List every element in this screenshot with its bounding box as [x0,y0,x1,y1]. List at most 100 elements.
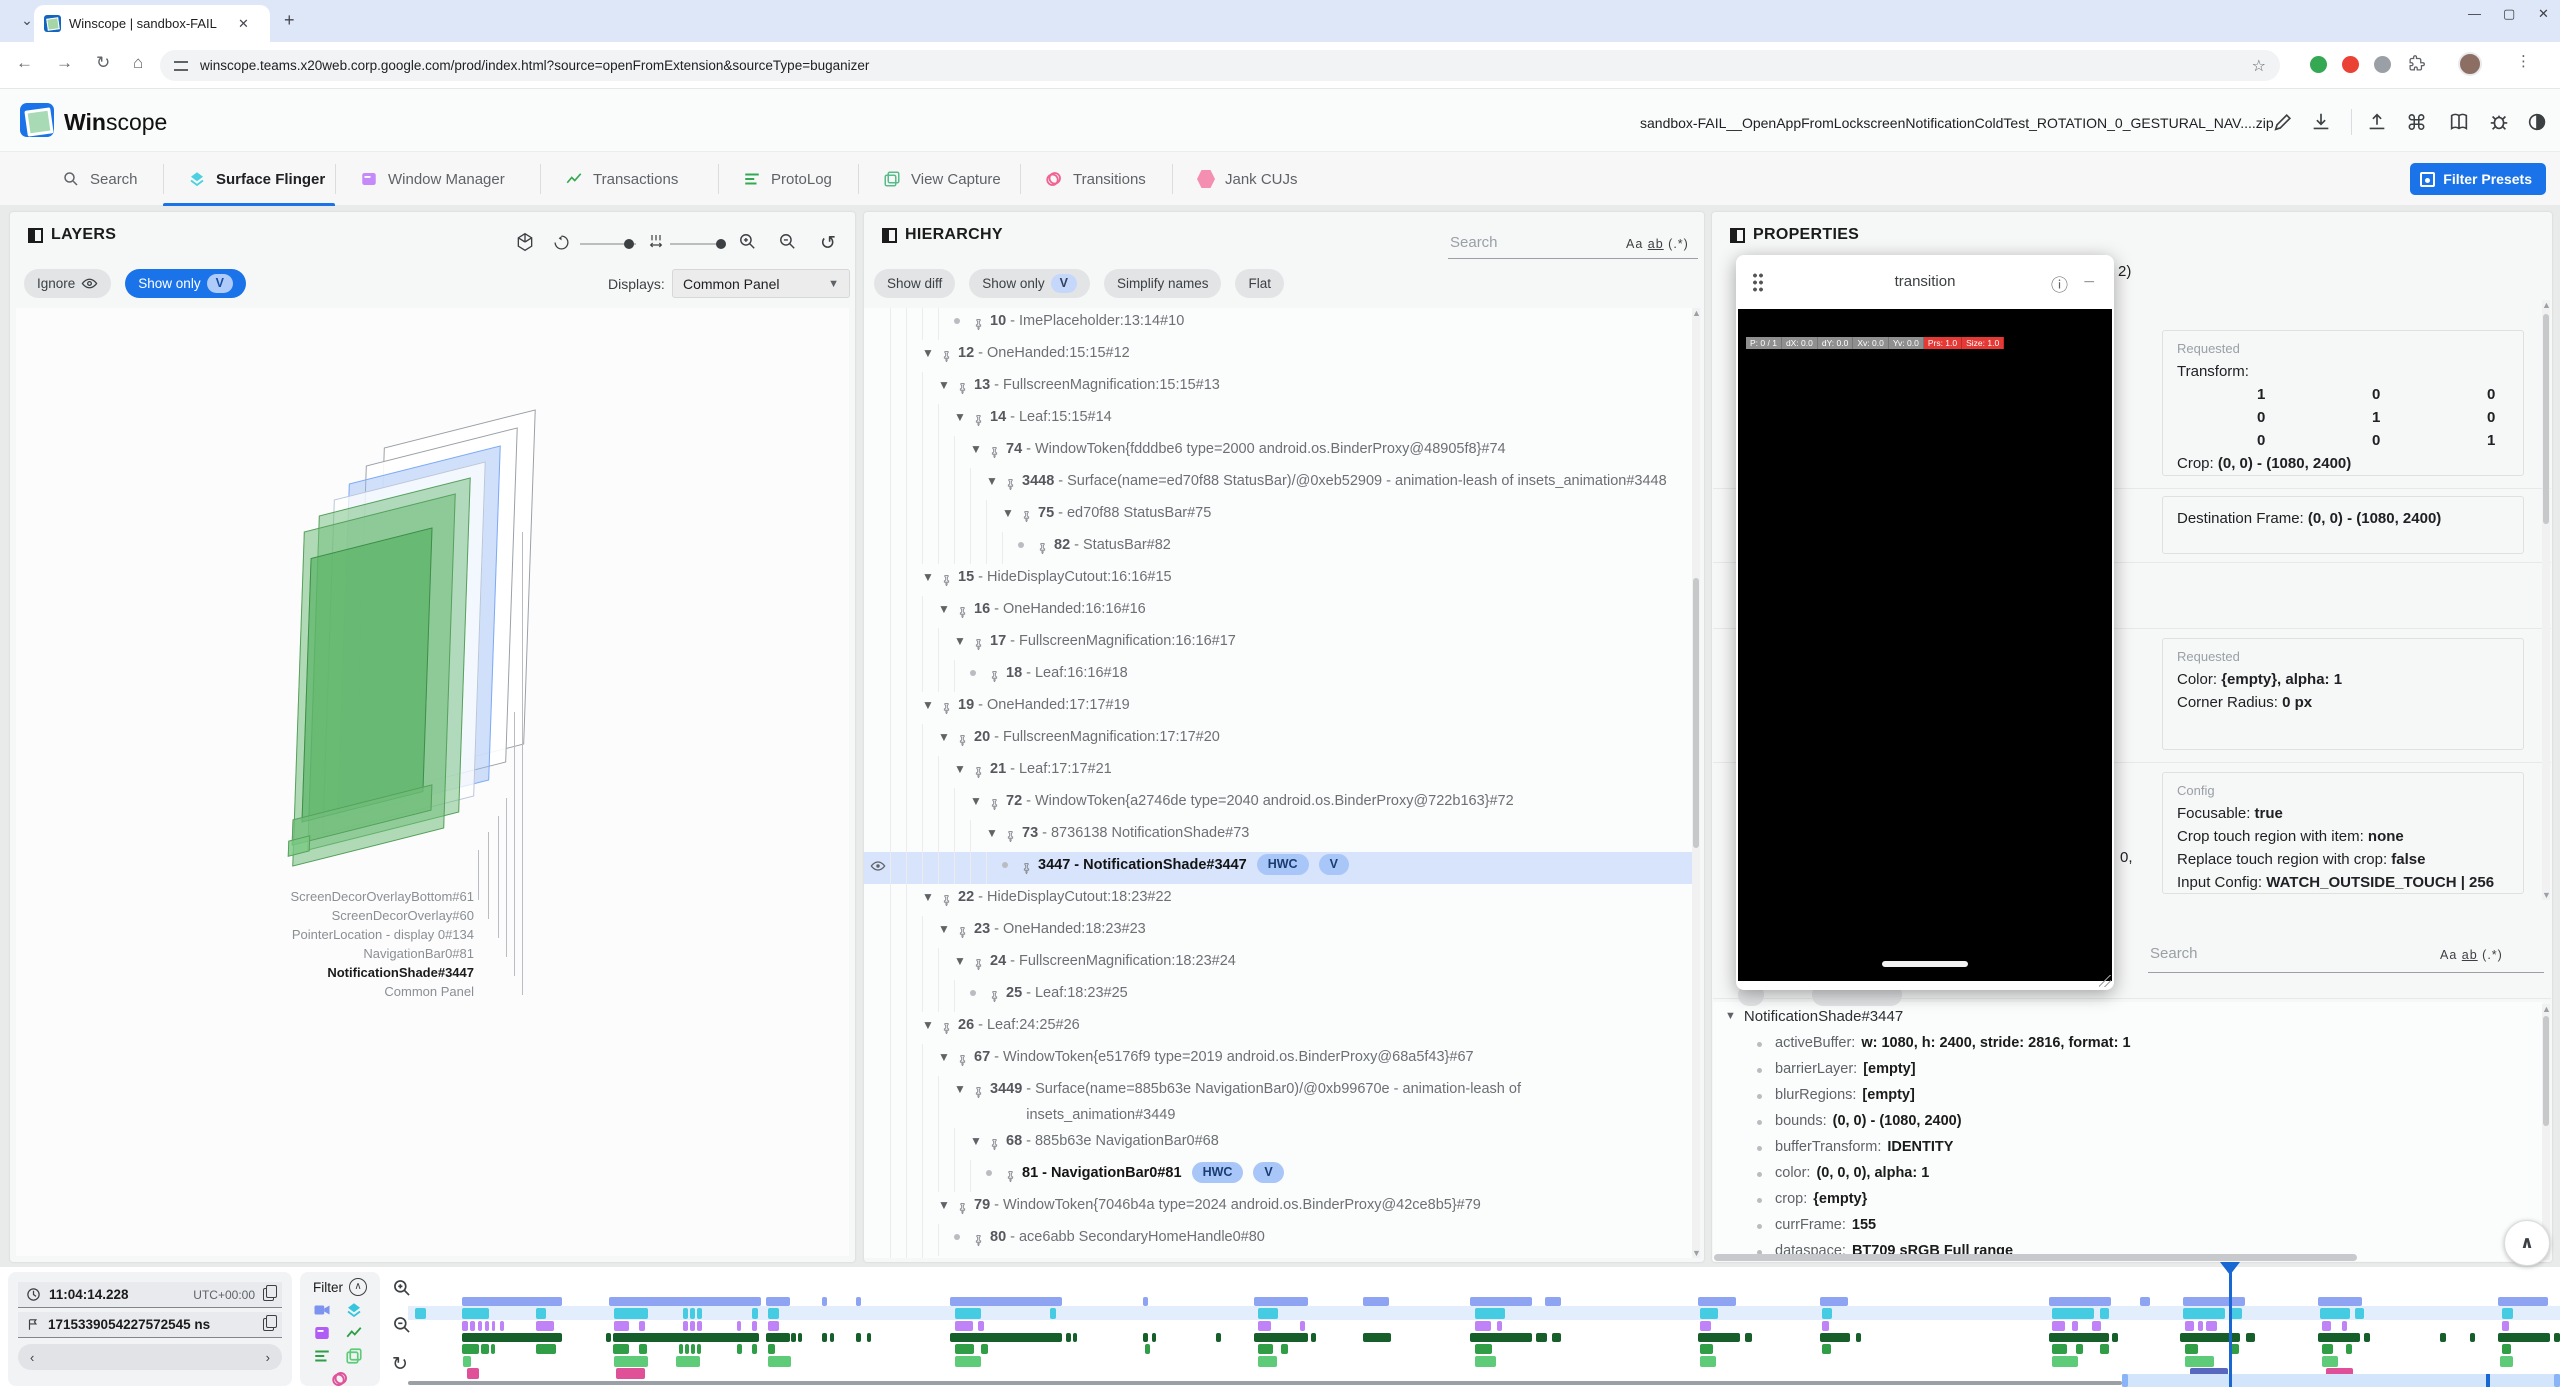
pin-icon[interactable] [956,1192,974,1224]
property-row[interactable]: color:(0, 0, 0), alpha: 1 [1713,1160,2543,1186]
copy-icon[interactable] [263,1288,274,1301]
overlay-titlebar[interactable]: transition ⓘ _ [1736,255,2114,309]
pin-icon[interactable] [956,1044,974,1076]
layer-label[interactable]: Common Panel [134,984,474,999]
tab-surface-flinger[interactable]: Surface Flinger [188,152,325,206]
forward-icon[interactable]: → [56,53,73,73]
hierarchy-tree-row[interactable]: ▼17- FullscreenMagnification:16:16#17 [864,628,1696,660]
hierarchy-tree-row[interactable]: 10- ImePlaceholder:13:14#10 [864,308,1696,340]
hierarchy-tree-row[interactable]: 25- Leaf:18:23#25 [864,980,1696,1012]
hierarchy-tree-row[interactable]: ▼22- HideDisplayCutout:18:23#22 [864,884,1696,916]
prev-frame-icon[interactable]: ‹ [30,1350,34,1365]
caret-down-icon[interactable]: ▼ [922,340,940,366]
hierarchy-tree-row[interactable]: ▼3448- Surface(name=ed70f88 StatusBar)/@… [864,468,1696,500]
layer-label[interactable]: PointerLocation - display 0#134 [134,927,474,942]
layer-label[interactable]: ScreenDecorOverlayBottom#61 [134,889,474,904]
pin-icon[interactable] [1020,500,1038,532]
scroll-up-icon[interactable]: ▲ [1692,308,1701,318]
hierarchy-tree-row[interactable]: 82- StatusBar#82 [864,532,1696,564]
properties-tree-scrollbar[interactable]: ▲ [2542,1004,2550,1260]
hierarchy-tree-row[interactable]: 18- Leaf:16:16#18 [864,660,1696,692]
next-frame-icon[interactable]: › [266,1350,270,1365]
pin-icon[interactable] [956,1256,974,1258]
tab-search[interactable]: Search [62,152,138,206]
hierarchy-tree-row[interactable]: ▼19- OneHanded:17:17#19 [864,692,1696,724]
timeline-zoom-in-icon[interactable] [392,1278,412,1303]
window-minimize-icon[interactable]: — [2468,6,2481,21]
pin-icon[interactable] [988,788,1006,820]
tab-protolog[interactable]: ProtoLog [743,152,832,206]
property-row[interactable]: activeBuffer:w: 1080, h: 2400, stride: 2… [1713,1030,2543,1056]
tab-transitions[interactable]: Transitions [1045,152,1146,206]
transactions-icon[interactable] [345,1324,363,1342]
upload-icon[interactable] [2366,111,2388,133]
show-only-chip[interactable]: Show onlyV [125,269,246,298]
property-row[interactable]: currFrame:155 [1713,1212,2543,1238]
pin-icon[interactable] [988,1128,1006,1160]
drag-handle-icon[interactable] [1752,272,1764,292]
scroll-up-icon[interactable]: ▲ [2542,300,2551,310]
address-bar[interactable]: winscope.teams.x20web.corp.google.com/pr… [160,50,2280,81]
caret-down-icon[interactable]: ▼ [938,372,956,398]
caret-down-icon[interactable]: ▼ [922,564,940,590]
pin-icon[interactable] [940,1012,958,1044]
zoom-in-icon[interactable] [738,232,757,256]
hierarchy-tree-row[interactable]: ▼72- WindowToken{a2746de type=2040 andro… [864,788,1696,820]
spacing-slider[interactable] [670,243,722,245]
pin-icon[interactable] [1004,820,1022,852]
home-icon[interactable]: ⌂ [133,53,143,73]
property-row[interactable]: crop:{empty} [1713,1186,2543,1212]
scroll-down-icon[interactable]: ▼ [2542,890,2551,900]
rotation-slider-handle[interactable] [624,239,634,249]
rotation-slider[interactable] [580,243,636,245]
pin-icon[interactable] [1020,852,1038,884]
hierarchy-tree-row[interactable]: ▼73- 8736138 NotificationShade#73 [864,820,1696,852]
show-only-chip[interactable]: Show onlyV [969,269,1090,298]
hierarchy-tree-row[interactable]: ▼16- OneHanded:16:16#16 [864,596,1696,628]
pin-icon[interactable] [988,980,1006,1012]
visibility-eye-icon[interactable] [870,857,886,883]
scroll-down-icon[interactable]: ▼ [1692,1248,1701,1258]
caret-down-icon[interactable]: ▼ [938,596,956,622]
pin-icon[interactable] [972,1076,990,1108]
tab-jank-cujs[interactable]: Jank CUJs [1197,152,1298,206]
pin-icon[interactable] [1004,1160,1022,1192]
screen-recording-icon[interactable] [313,1301,331,1319]
properties-horizontal-scrollbar[interactable] [1714,1254,2357,1261]
pin-icon[interactable] [956,724,974,756]
ns-time-field[interactable]: 1715339054227572545 ns [18,1312,282,1338]
hierarchy-tree-row[interactable]: ▼75- ed70f88 StatusBar#75 [864,500,1696,532]
transitions-icon[interactable] [331,1370,349,1388]
view-capture-icon[interactable] [345,1347,363,1365]
site-settings-icon[interactable] [174,61,188,71]
property-row[interactable]: barrierLayer:[empty] [1713,1056,2543,1082]
caret-down-icon[interactable]: ▼ [938,916,956,942]
window-close-icon[interactable]: ✕ [2538,6,2549,22]
pin-icon[interactable] [956,372,974,404]
caret-down-icon[interactable]: ▼ [922,884,940,910]
search-options-icons[interactable]: Aa ab (.*) [2440,948,2503,962]
pin-icon[interactable] [956,916,974,948]
hierarchy-tree-row[interactable]: ▼3368- WindowToken{f6b2f60 type=2024 and… [864,1256,1696,1258]
spacing-slider-handle[interactable] [716,239,726,249]
hierarchy-tree-row[interactable]: ▼68- 885b63e NavigationBar0#68 [864,1128,1696,1160]
timeline-reset-zoom-icon[interactable]: ↻ [392,1353,408,1376]
hierarchy-search-input[interactable]: Search [1450,234,1498,251]
caret-down-icon[interactable]: ▼ [954,404,972,430]
caret-down-icon[interactable]: ▼ [954,948,972,974]
property-row[interactable]: blurRegions:[empty] [1713,1082,2543,1108]
hierarchy-tree-row[interactable]: ▼15- HideDisplayCutout:16:16#15 [864,564,1696,596]
caret-down-icon[interactable]: ▼ [938,1256,956,1258]
caret-down-icon[interactable]: ▼ [922,692,940,718]
layer-sheet-notification-shade[interactable] [301,527,432,822]
extension-icon-gray[interactable] [2374,56,2391,73]
caret-down-icon[interactable]: ▼ [922,1012,940,1038]
hierarchy-tree-row[interactable]: ▼26- Leaf:24:25#26 [864,1012,1696,1044]
hierarchy-tree-row[interactable]: 3447- NotificationShade#3447HWCV [864,852,1696,884]
tab-transactions[interactable]: Transactions [565,152,678,206]
human-time-field[interactable]: 11:04:14.228 UTC+00:00 [18,1282,282,1308]
hierarchy-tree-row[interactable]: ▼20- FullscreenMagnification:17:17#20 [864,724,1696,756]
timeline-zoom-out-icon[interactable] [392,1315,412,1340]
hierarchy-tree-row[interactable]: ▼23- OneHanded:18:23#23 [864,916,1696,948]
zoom-out-icon[interactable] [778,232,797,256]
